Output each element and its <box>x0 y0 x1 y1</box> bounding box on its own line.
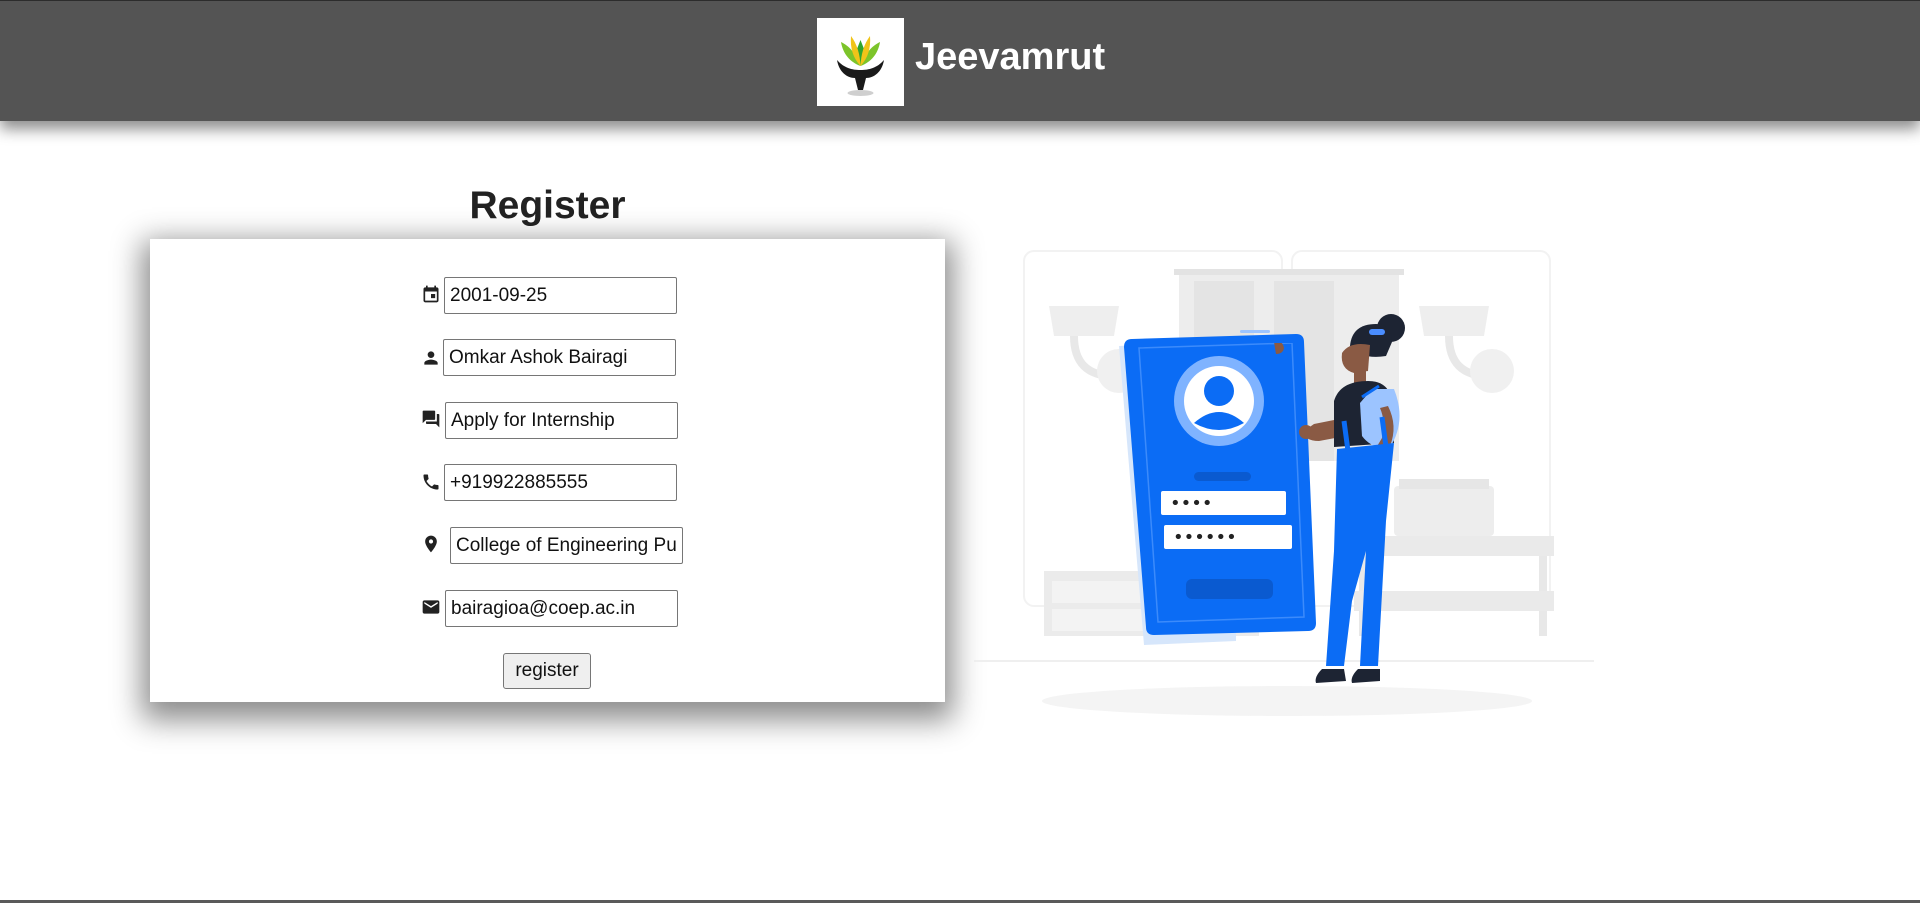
phone-field[interactable] <box>444 464 677 501</box>
logo[interactable] <box>817 18 904 106</box>
registration-illustration: •••• •••••• <box>974 250 1594 716</box>
calendar-icon <box>423 285 439 303</box>
brand-title: Jeevamrut <box>915 36 1106 78</box>
top-header: Jeevamrut <box>0 0 1920 121</box>
person-icon <box>424 351 438 365</box>
page-title: Register <box>469 184 626 227</box>
email-field[interactable] <box>445 590 678 627</box>
chat-icon <box>422 410 440 428</box>
address-field[interactable] <box>450 527 683 564</box>
phone-icon <box>423 474 439 490</box>
register-button[interactable]: register <box>503 653 591 689</box>
date-field[interactable] <box>444 277 677 314</box>
name-field[interactable] <box>443 339 676 376</box>
location-pin-icon <box>425 535 437 553</box>
lotus-hands-logo-icon <box>837 36 884 96</box>
password-mask-2: •••••• <box>1173 527 1237 548</box>
password-mask-1: •••• <box>1170 493 1212 514</box>
purpose-field[interactable] <box>445 402 678 439</box>
envelope-icon <box>422 600 440 614</box>
